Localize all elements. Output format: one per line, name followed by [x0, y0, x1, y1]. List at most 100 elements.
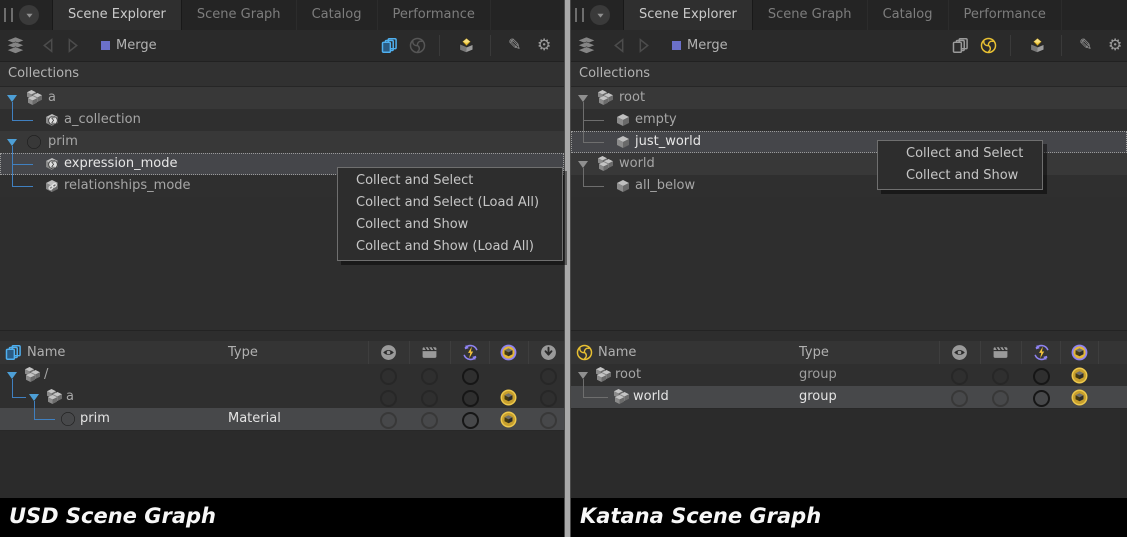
- tree-row-world[interactable]: world: [571, 153, 1127, 175]
- toolbar-separator: [439, 35, 440, 56]
- load-toggle[interactable]: [540, 412, 557, 429]
- pencil-icon[interactable]: ✎: [508, 34, 521, 56]
- pencil-icon[interactable]: ✎: [1079, 34, 1092, 56]
- table-row-world[interactable]: world group: [571, 386, 1127, 409]
- working-set-badge[interactable]: [1071, 389, 1088, 406]
- table-row-root[interactable]: root group: [571, 364, 1127, 387]
- usd-stage-icon[interactable]: [952, 37, 969, 54]
- visibility-toggle[interactable]: [380, 368, 397, 385]
- working-set-column-icon[interactable]: [500, 344, 517, 361]
- menu-item-collect-and-show[interactable]: Collect and Show: [878, 165, 1042, 187]
- expander-icon[interactable]: [7, 372, 17, 379]
- tree-row-just-world[interactable]: just_world: [571, 131, 1127, 153]
- tab-scene-explorer[interactable]: Scene Explorer: [52, 0, 182, 30]
- panel-grip[interactable]: [4, 8, 13, 22]
- expander-icon[interactable]: [7, 139, 17, 146]
- working-set-badge[interactable]: [500, 389, 517, 406]
- gem-box-icon[interactable]: [1029, 37, 1046, 54]
- expander-icon[interactable]: [578, 372, 588, 379]
- live-update-toggle[interactable]: [462, 412, 479, 429]
- usd-scene-explorer-panel: Scene Explorer Scene Graph Catalog Perfo…: [0, 0, 564, 537]
- panel-grip[interactable]: [575, 8, 584, 22]
- panel-splitter[interactable]: [564, 0, 571, 537]
- type-column-header[interactable]: Type: [228, 341, 258, 364]
- tree-label: a_collection: [64, 109, 141, 131]
- forward-icon[interactable]: [64, 37, 81, 54]
- table-row-a[interactable]: a: [0, 386, 564, 409]
- live-update-column-icon[interactable]: [462, 344, 479, 361]
- working-set-badge[interactable]: [500, 411, 517, 428]
- expander-icon[interactable]: [578, 161, 588, 168]
- row-name: prim: [80, 408, 110, 430]
- visibility-toggle[interactable]: [951, 368, 968, 385]
- tree-label: just_world: [635, 131, 701, 153]
- render-column-icon[interactable]: [992, 344, 1009, 361]
- node-name-label: Merge: [687, 30, 728, 61]
- render-toggle[interactable]: [421, 390, 438, 407]
- live-update-toggle[interactable]: [1033, 368, 1050, 385]
- load-toggle[interactable]: [540, 390, 557, 407]
- tab-performance[interactable]: Performance: [949, 0, 1062, 30]
- render-toggle[interactable]: [992, 368, 1009, 385]
- back-icon[interactable]: [40, 37, 57, 54]
- tab-catalog[interactable]: Catalog: [868, 0, 949, 30]
- live-update-toggle[interactable]: [462, 368, 479, 385]
- table-row-root[interactable]: /: [0, 364, 564, 387]
- toolbar: Merge ✎ ⚙: [571, 30, 1127, 62]
- menu-item-collect-and-show-load-all[interactable]: Collect and Show (Load All): [338, 236, 562, 258]
- chevron-down-icon: [24, 10, 35, 21]
- live-update-toggle[interactable]: [1033, 390, 1050, 407]
- live-update-column-icon[interactable]: [1033, 344, 1050, 361]
- table-row-prim[interactable]: prim Material: [0, 408, 564, 431]
- tab-scene-graph[interactable]: Scene Graph: [753, 0, 868, 30]
- live-update-toggle[interactable]: [462, 390, 479, 407]
- render-column-icon[interactable]: [421, 344, 438, 361]
- gear-icon[interactable]: ⚙: [537, 34, 551, 56]
- visibility-toggle[interactable]: [951, 390, 968, 407]
- forward-icon[interactable]: [635, 37, 652, 54]
- tree-row-a[interactable]: a: [0, 87, 564, 109]
- tree-row-root[interactable]: root: [571, 87, 1127, 109]
- katana-swirl-icon[interactable]: [980, 37, 997, 54]
- tree-row-empty[interactable]: empty: [571, 109, 1127, 131]
- visibility-toggle[interactable]: [380, 412, 397, 429]
- tree-row-prim[interactable]: prim: [0, 131, 564, 153]
- render-toggle[interactable]: [421, 368, 438, 385]
- layers-icon[interactable]: [577, 37, 596, 54]
- panel-menu-button[interactable]: [590, 5, 610, 25]
- katana-swirl-icon[interactable]: [409, 37, 426, 54]
- name-column-header[interactable]: Name: [27, 341, 65, 364]
- expander-icon[interactable]: [29, 394, 39, 401]
- usd-stage-icon[interactable]: [381, 37, 398, 54]
- load-column-icon[interactable]: [540, 344, 557, 361]
- name-column-header[interactable]: Name: [598, 341, 636, 364]
- load-toggle[interactable]: [540, 368, 557, 385]
- tree-row-a-collection[interactable]: a_collection: [0, 109, 564, 131]
- menu-item-collect-and-select-load-all[interactable]: Collect and Select (Load All): [338, 192, 562, 214]
- layers-icon[interactable]: [6, 37, 25, 54]
- working-set-badge[interactable]: [1071, 367, 1088, 384]
- gem-box-icon[interactable]: [458, 37, 475, 54]
- tab-performance[interactable]: Performance: [378, 0, 491, 30]
- scenegraph-table: Name Type root group: [571, 341, 1127, 498]
- visibility-column-icon[interactable]: [380, 344, 397, 361]
- render-toggle[interactable]: [421, 412, 438, 429]
- back-icon[interactable]: [611, 37, 628, 54]
- tree-row-all-below[interactable]: all_below: [571, 175, 1127, 197]
- tab-catalog[interactable]: Catalog: [297, 0, 378, 30]
- panel-menu-button[interactable]: [19, 5, 39, 25]
- menu-item-collect-and-select[interactable]: Collect and Select: [878, 143, 1042, 165]
- box-icon: [615, 134, 631, 150]
- working-set-column-icon[interactable]: [1071, 344, 1088, 361]
- expander-icon[interactable]: [578, 95, 588, 102]
- tab-scene-graph[interactable]: Scene Graph: [182, 0, 297, 30]
- menu-item-collect-and-select[interactable]: Collect and Select: [338, 170, 562, 192]
- gear-icon[interactable]: ⚙: [1108, 34, 1122, 56]
- type-column-header[interactable]: Type: [799, 341, 829, 364]
- visibility-toggle[interactable]: [380, 390, 397, 407]
- expander-icon[interactable]: [7, 95, 17, 102]
- menu-item-collect-and-show[interactable]: Collect and Show: [338, 214, 562, 236]
- visibility-column-icon[interactable]: [951, 344, 968, 361]
- tab-scene-explorer[interactable]: Scene Explorer: [623, 0, 753, 30]
- render-toggle[interactable]: [992, 390, 1009, 407]
